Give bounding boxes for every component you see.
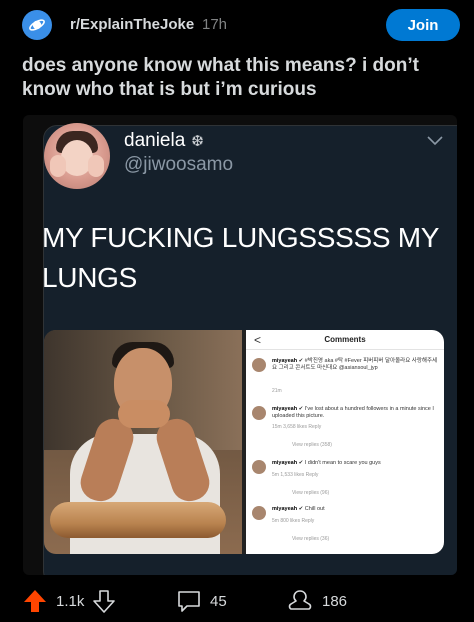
tweet-handle: @jiwoosamo bbox=[124, 154, 234, 175]
tweet-avatar bbox=[44, 123, 110, 189]
share-count: 186 bbox=[322, 592, 348, 610]
share-button[interactable]: 186 bbox=[286, 580, 347, 622]
comment-icon bbox=[178, 591, 200, 612]
comments-screenshot: < Comments miyayeah ✔ #박진영 aka #탁 #Fever… bbox=[246, 330, 444, 554]
upvote-icon[interactable] bbox=[22, 588, 48, 614]
comment-count: 45 bbox=[210, 592, 227, 610]
tweet-text: MY FUCKING LUNGSSSSS MY LUNGS bbox=[42, 222, 439, 293]
upvote-count: 1.1k bbox=[56, 592, 85, 610]
chevron-down-icon bbox=[427, 136, 443, 146]
tweet-media: < Comments miyayeah ✔ #박진영 aka #탁 #Fever… bbox=[44, 330, 444, 554]
share-icon bbox=[288, 590, 312, 610]
comments-title: Comments bbox=[324, 335, 366, 344]
downvote-icon[interactable] bbox=[92, 588, 116, 614]
tweet-display-name: daniela ❆ bbox=[124, 130, 204, 152]
vote-group: 1.1k bbox=[22, 580, 116, 622]
comments-button[interactable]: 45 bbox=[176, 580, 227, 622]
post-title[interactable]: does anyone know what this means? i don’… bbox=[22, 54, 462, 102]
display-name-text: daniela bbox=[124, 130, 186, 151]
planet-icon[interactable] bbox=[22, 10, 52, 40]
join-button[interactable]: Join bbox=[386, 9, 460, 41]
snowflake-icon: ❆ bbox=[191, 133, 204, 150]
man-photo bbox=[44, 330, 242, 554]
subreddit-name[interactable]: r/ExplainTheJoke bbox=[70, 16, 194, 33]
post-header: r/ExplainTheJoke 17h Join bbox=[0, 0, 474, 50]
post-time: 17h bbox=[202, 16, 228, 33]
post-action-bar: 1.1k 45 186 bbox=[0, 580, 474, 622]
